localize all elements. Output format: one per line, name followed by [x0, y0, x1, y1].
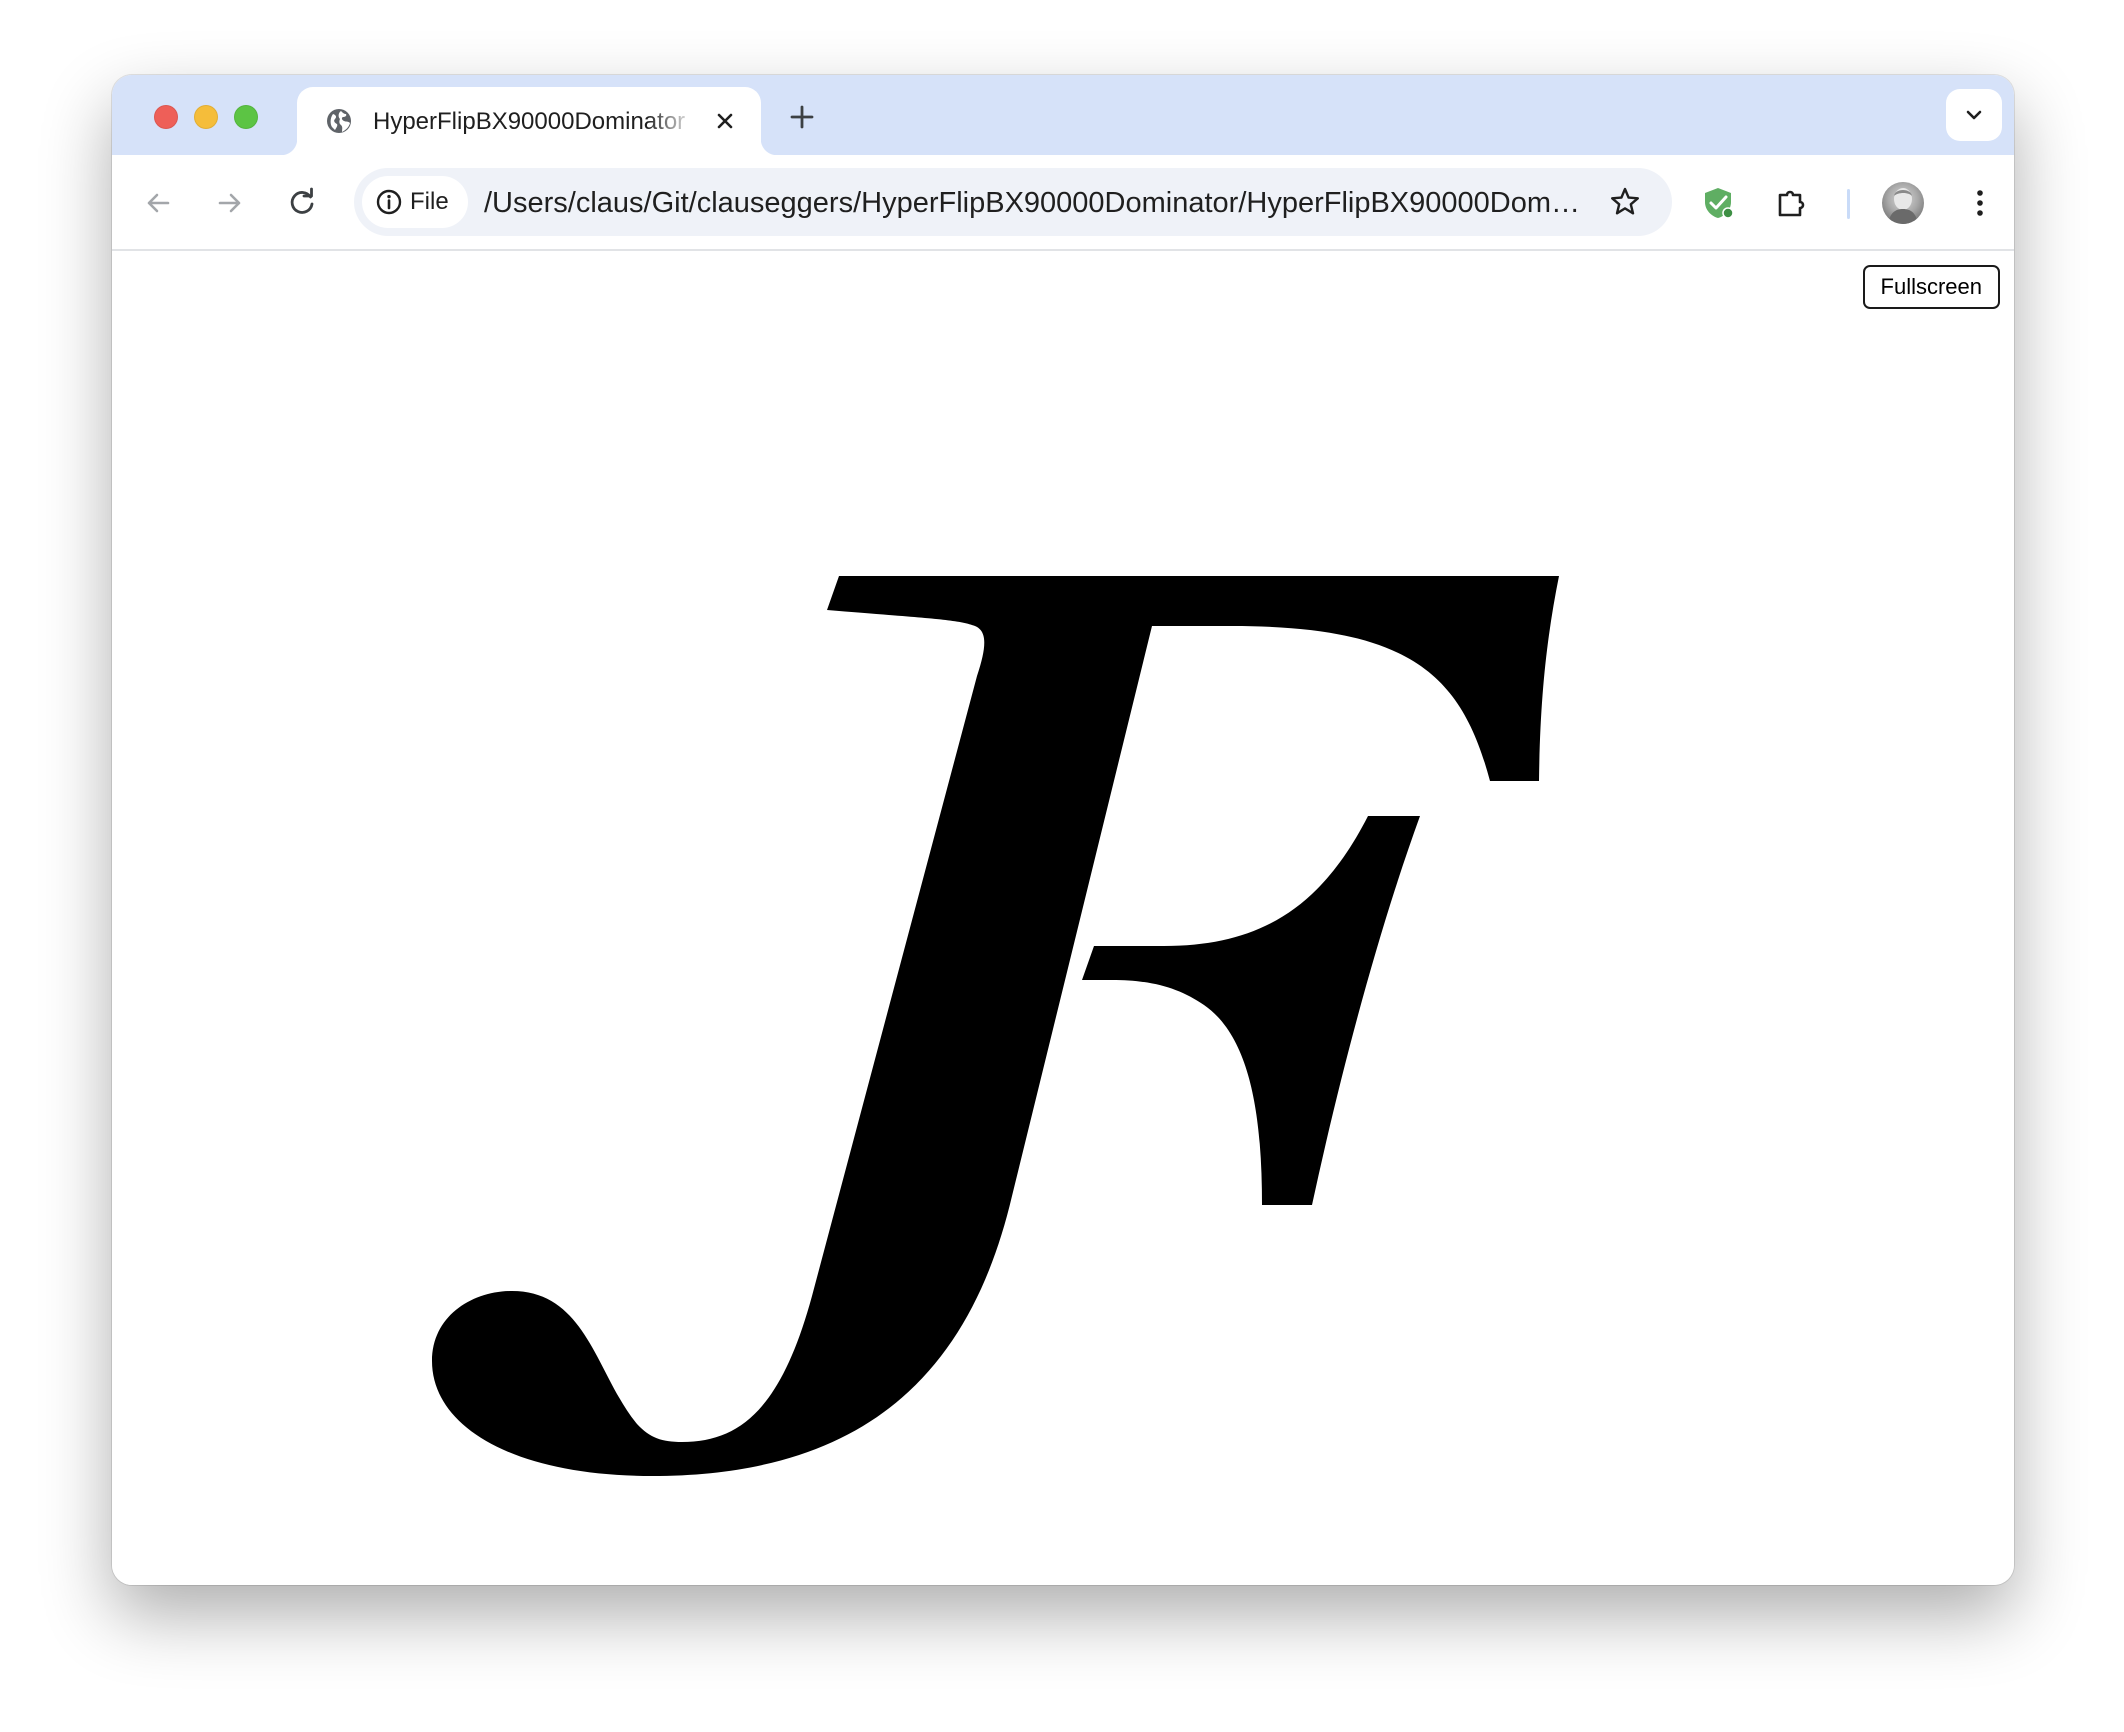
globe-icon [327, 109, 351, 133]
page-content: Fullscreen [112, 251, 2014, 1585]
arrow-right-icon[interactable] [212, 185, 248, 221]
shield-check-icon[interactable] [1700, 185, 1736, 221]
tab-active[interactable]: HyperFlipBX90000Dominator [281, 87, 777, 155]
kebab-menu-icon[interactable] [1962, 185, 1998, 221]
chip-label: File [410, 188, 449, 215]
fullscreen-button[interactable]: Fullscreen [1862, 265, 2000, 309]
profile-avatar[interactable] [1882, 182, 1924, 224]
toolbar-divider [1847, 189, 1850, 219]
site-info-chip[interactable]: File [362, 176, 468, 228]
browser-window: HyperFlipBX90000Dominator File /Users/cl… [112, 75, 2014, 1585]
tab-strip: HyperFlipBX90000Dominator [112, 75, 2014, 155]
jf-logo [432, 576, 1559, 1476]
close-window-button[interactable] [154, 105, 178, 129]
chevron-down-icon [1966, 110, 1982, 120]
tab-title: HyperFlipBX90000Dominator [373, 108, 686, 135]
address-bar[interactable]: File /Users/claus/Git/clauseggers/HyperF… [354, 168, 1672, 236]
close-icon[interactable] [711, 107, 739, 135]
minimize-window-button[interactable] [194, 105, 218, 129]
arrow-left-icon[interactable] [140, 185, 176, 221]
avatar-image [1888, 188, 1918, 224]
url-text[interactable]: /Users/claus/Git/clauseggers/HyperFlipBX… [484, 186, 1584, 220]
puzzle-icon[interactable] [1774, 185, 1810, 221]
reload-icon[interactable] [284, 185, 320, 221]
toolbar: File /Users/claus/Git/clauseggers/HyperF… [112, 155, 2014, 251]
zoom-window-button[interactable] [234, 105, 258, 129]
star-icon[interactable] [1608, 185, 1642, 219]
tab-search-button[interactable] [1946, 89, 2002, 141]
info-icon [376, 189, 402, 215]
new-tab-button[interactable] [786, 101, 818, 133]
